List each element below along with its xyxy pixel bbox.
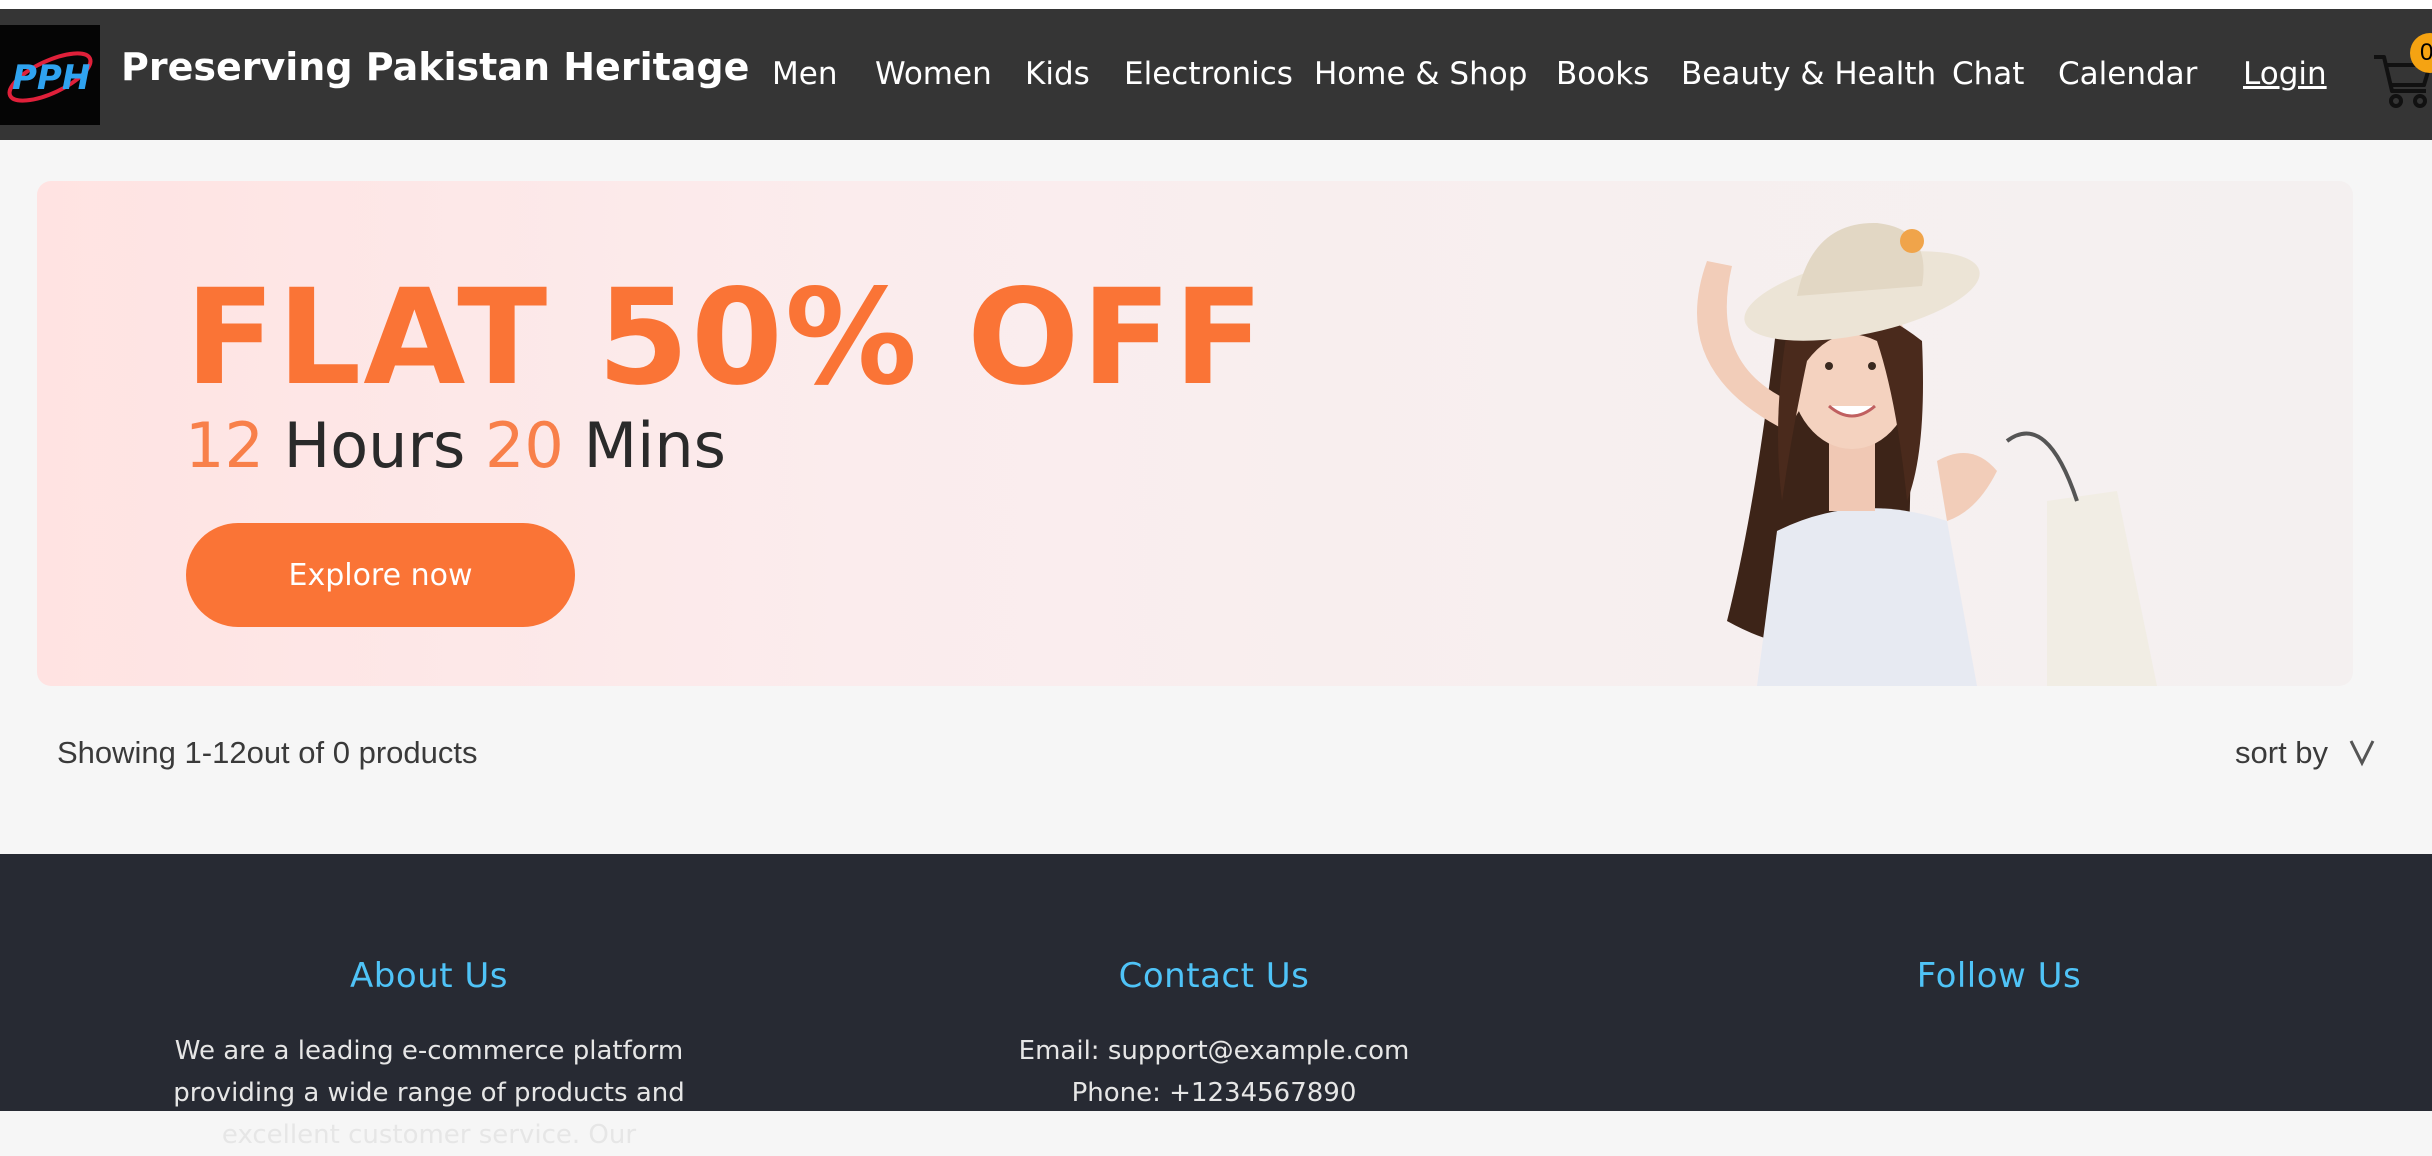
sort-by-dropdown[interactable]: sort by — [2235, 735, 2377, 771]
nav-books[interactable]: Books — [1556, 56, 1649, 92]
chevron-down-icon — [2349, 740, 2374, 767]
mins-label: Mins — [583, 409, 726, 482]
nav-calendar[interactable]: Calendar — [2058, 56, 2197, 92]
sort-by-label: sort by — [2235, 735, 2329, 770]
nav-women[interactable]: Women — [875, 56, 992, 92]
contact-details: Email: support@example.com Phone: +12345… — [904, 1030, 1524, 1114]
hours-value: 12 — [185, 409, 264, 482]
brand-name[interactable]: Preserving Pakistan Heritage — [121, 45, 749, 89]
nav-men[interactable]: Men — [772, 56, 837, 92]
nav-kids[interactable]: Kids — [1025, 56, 1090, 92]
results-count: Showing 1-12out of 0 products — [57, 735, 478, 770]
promo-banner[interactable]: FLAT 50% OFF 12 Hours 20 Mins Explore no… — [37, 181, 2353, 686]
site-footer: About Us We are a leading e-commerce pla… — [0, 854, 2432, 1150]
mins-value: 20 — [484, 409, 564, 482]
contact-email[interactable]: Email: support@example.com — [904, 1030, 1524, 1072]
model-photo — [1697, 222, 2157, 686]
contact-us-heading: Contact Us — [1118, 956, 1310, 996]
nav-electronics[interactable]: Electronics — [1124, 56, 1293, 92]
pph-logo-icon: PPH — [7, 51, 93, 103]
top-strip — [0, 0, 2432, 9]
follow-us-heading: Follow Us — [1916, 956, 2082, 996]
banner-headline: FLAT 50% OFF — [185, 261, 1266, 415]
nav-chat[interactable]: Chat — [1952, 56, 2024, 92]
about-us-heading: About Us — [350, 956, 508, 996]
about-us-text: We are a leading e-commerce platform pro… — [173, 1036, 685, 1150]
top-navbar: PPH Preserving Pakistan Heritage Men Wom… — [0, 9, 2432, 140]
login-link[interactable]: Login — [2243, 56, 2327, 92]
explore-now-button[interactable]: Explore now — [186, 523, 575, 627]
hours-label: Hours — [283, 409, 466, 482]
countdown-timer: 12 Hours 20 Mins — [185, 409, 726, 482]
logo-text: PPH — [12, 58, 90, 98]
site-logo[interactable]: PPH — [0, 25, 100, 125]
nav-beauty-health[interactable]: Beauty & Health — [1681, 56, 1936, 92]
nav-home-shop[interactable]: Home & Shop — [1314, 56, 1527, 92]
contact-phone[interactable]: Phone: +1234567890 — [904, 1072, 1524, 1114]
